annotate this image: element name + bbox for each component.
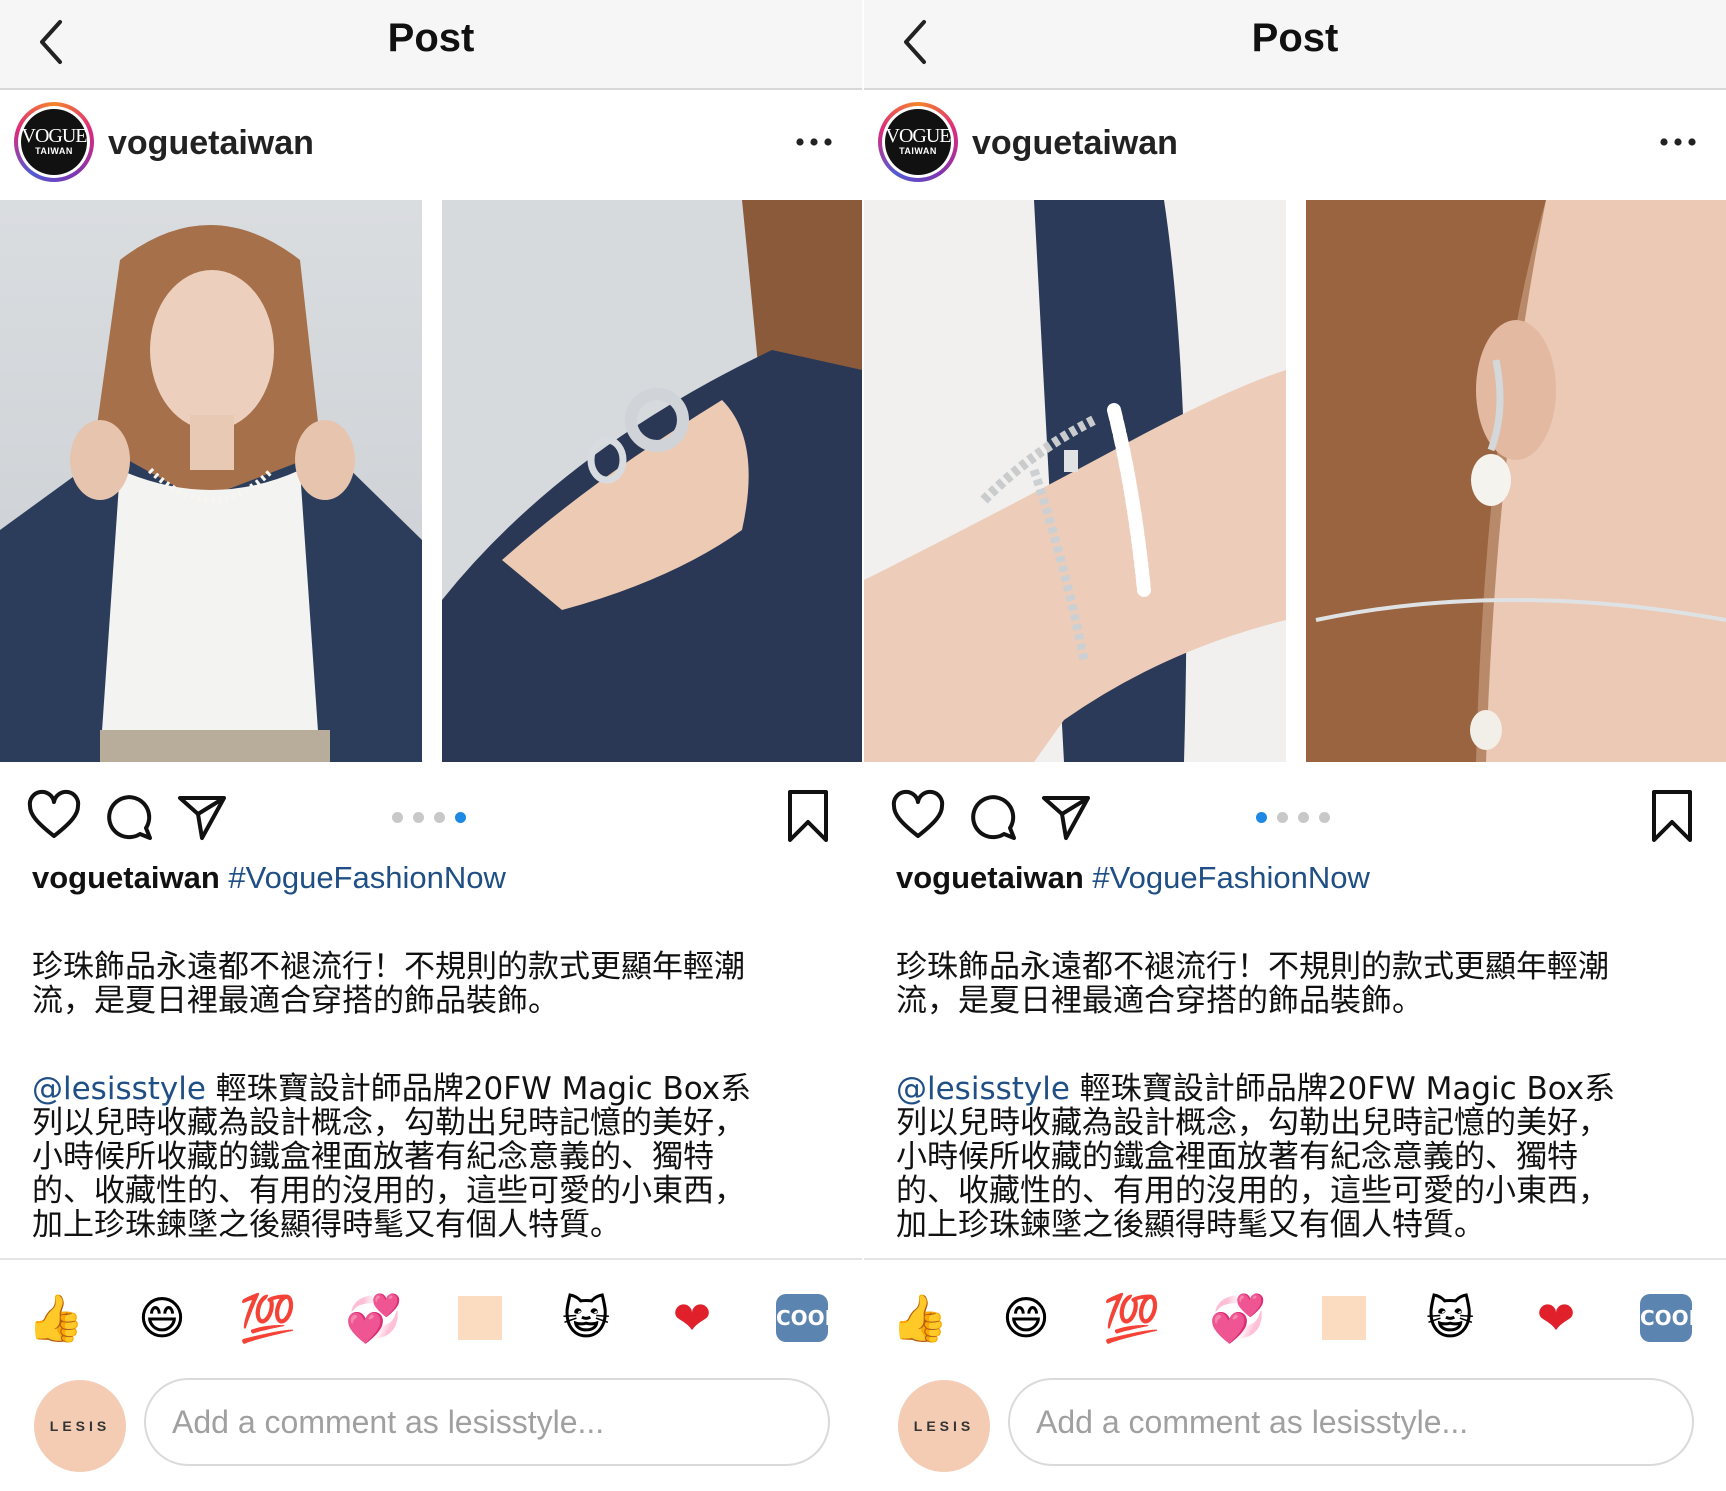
like-button[interactable] bbox=[26, 788, 82, 844]
carousel-indicator bbox=[392, 810, 476, 824]
top-bar: Post bbox=[864, 0, 1726, 90]
comment-composer: LESIS bbox=[0, 1376, 862, 1491]
carousel-indicator bbox=[1256, 810, 1340, 824]
more-horizontal-icon bbox=[796, 138, 832, 146]
thumbs-up-emoji[interactable]: 👍 bbox=[890, 1288, 950, 1348]
post-photo-model[interactable] bbox=[0, 200, 422, 762]
commenter-avatar: LESIS bbox=[34, 1380, 126, 1472]
grinning-face-emoji[interactable]: 😄 bbox=[132, 1288, 192, 1348]
caption-header: voguetaiwan #VogueFashionNow bbox=[896, 860, 1370, 896]
comment-composer: LESIS bbox=[864, 1376, 1726, 1491]
page-title: Post bbox=[1251, 16, 1339, 60]
blank-emoji[interactable] bbox=[1314, 1288, 1374, 1348]
post-screen-left: Post VOGUE TAIWAN voguetaiwan voguetaiwa… bbox=[0, 0, 862, 1491]
cool-button-emoji[interactable]: COOL bbox=[772, 1288, 837, 1348]
post-photo-rings[interactable] bbox=[442, 200, 862, 762]
post-screen-right: Post VOGUE TAIWAN voguetaiwan voguetaiwa… bbox=[864, 0, 1726, 1491]
profile-username[interactable]: voguetaiwan bbox=[108, 124, 314, 163]
vogue-logo: VOGUE TAIWAN bbox=[21, 109, 88, 175]
revolving-hearts-emoji[interactable]: 💞 bbox=[1208, 1288, 1268, 1348]
post-photo-bracelets[interactable] bbox=[864, 200, 1286, 762]
cool-button-emoji[interactable]: COOL bbox=[1636, 1288, 1701, 1348]
carousel-dot-active bbox=[1256, 812, 1267, 823]
more-options-button[interactable] bbox=[790, 130, 838, 154]
caption-hashtag[interactable]: #VogueFashionNow bbox=[228, 860, 505, 895]
emoji-quick-reactions: 👍 😄 💯 💞 😺 ❤ COOL bbox=[864, 1258, 1726, 1372]
emoji-quick-reactions: 👍 😄 💯 💞 😺 ❤ COOL bbox=[0, 1258, 862, 1372]
thumbs-up-emoji[interactable]: 👍 bbox=[26, 1288, 86, 1348]
share-button[interactable] bbox=[1038, 788, 1094, 844]
caption-mention[interactable]: @lesisstyle bbox=[896, 1071, 1070, 1107]
carousel-dot bbox=[392, 812, 403, 823]
carousel-dot bbox=[413, 812, 424, 823]
red-heart-emoji[interactable]: ❤ bbox=[1526, 1288, 1586, 1348]
save-button[interactable] bbox=[1644, 788, 1700, 844]
vogue-logo: VOGUE TAIWAN bbox=[885, 109, 952, 175]
post-actions bbox=[864, 780, 1726, 850]
caption-username[interactable]: voguetaiwan bbox=[896, 860, 1084, 895]
caption-username[interactable]: voguetaiwan bbox=[32, 860, 220, 895]
caption-hashtag[interactable]: #VogueFashionNow bbox=[1092, 860, 1369, 895]
caption-paragraph: 珍珠飾品永遠都不褪流行！不規則的款式更顯年輕潮 流，是夏日裡最適合穿搭的飾品裝飾… bbox=[32, 949, 745, 1019]
caption-paragraph: 珍珠飾品永遠都不褪流行！不規則的款式更顯年輕潮 流，是夏日裡最適合穿搭的飾品裝飾… bbox=[896, 949, 1609, 1019]
comment-input[interactable] bbox=[144, 1378, 830, 1466]
like-button[interactable] bbox=[890, 788, 946, 844]
post-photo-earring[interactable] bbox=[1306, 200, 1726, 762]
hand-rings-photo bbox=[442, 200, 862, 762]
send-icon bbox=[1042, 796, 1090, 840]
comment-button[interactable] bbox=[964, 788, 1020, 844]
red-heart-emoji[interactable]: ❤ bbox=[662, 1288, 722, 1348]
carousel-dot bbox=[434, 812, 445, 823]
caption-header: voguetaiwan #VogueFashionNow bbox=[32, 860, 506, 896]
caption-paragraph: @lesisstyle 輕珠寶設計師品牌20FW Magic Box系 列以兒時… bbox=[896, 1072, 1696, 1242]
carousel-dot bbox=[1319, 812, 1330, 823]
wrist-bracelets-photo bbox=[864, 200, 1286, 762]
comment-icon bbox=[971, 795, 1016, 840]
profile-avatar[interactable]: VOGUE TAIWAN bbox=[878, 102, 958, 182]
more-horizontal-icon bbox=[1660, 138, 1696, 146]
post-header: VOGUE TAIWAN voguetaiwan bbox=[864, 90, 1726, 198]
comment-button[interactable] bbox=[100, 788, 156, 844]
revolving-hearts-emoji[interactable]: 💞 bbox=[344, 1288, 404, 1348]
bookmark-icon bbox=[1652, 790, 1692, 842]
heart-icon bbox=[27, 789, 81, 838]
post-actions bbox=[0, 780, 862, 850]
heart-icon bbox=[891, 789, 945, 838]
caption-paragraph: @lesisstyle 輕珠寶設計師品牌20FW Magic Box系 列以兒時… bbox=[32, 1072, 832, 1242]
profile-avatar[interactable]: VOGUE TAIWAN bbox=[14, 102, 94, 182]
comment-icon bbox=[107, 795, 152, 840]
grinning-cat-emoji[interactable]: 😺 bbox=[556, 1288, 616, 1348]
page-title: Post bbox=[387, 16, 475, 60]
carousel-dot bbox=[1277, 812, 1288, 823]
caption-mention[interactable]: @lesisstyle bbox=[32, 1071, 206, 1107]
grinning-face-emoji[interactable]: 😄 bbox=[996, 1288, 1056, 1348]
send-icon bbox=[178, 796, 226, 840]
commenter-avatar: LESIS bbox=[898, 1380, 990, 1472]
bookmark-icon bbox=[788, 790, 828, 842]
blank-emoji[interactable] bbox=[450, 1288, 510, 1348]
model-denim-jacket-photo bbox=[0, 200, 422, 762]
grinning-cat-emoji[interactable]: 😺 bbox=[1420, 1288, 1480, 1348]
carousel-dot bbox=[1298, 812, 1309, 823]
top-bar: Post bbox=[0, 0, 862, 90]
hundred-points-emoji[interactable]: 💯 bbox=[1102, 1288, 1162, 1348]
hundred-points-emoji[interactable]: 💯 bbox=[238, 1288, 298, 1348]
share-button[interactable] bbox=[174, 788, 230, 844]
more-options-button[interactable] bbox=[1654, 130, 1702, 154]
post-header: VOGUE TAIWAN voguetaiwan bbox=[0, 90, 862, 198]
carousel-dot-active bbox=[455, 812, 466, 823]
profile-username[interactable]: voguetaiwan bbox=[972, 124, 1178, 163]
ear-pearl-earring-photo bbox=[1306, 200, 1726, 762]
comment-input[interactable] bbox=[1008, 1378, 1694, 1466]
save-button[interactable] bbox=[780, 788, 836, 844]
